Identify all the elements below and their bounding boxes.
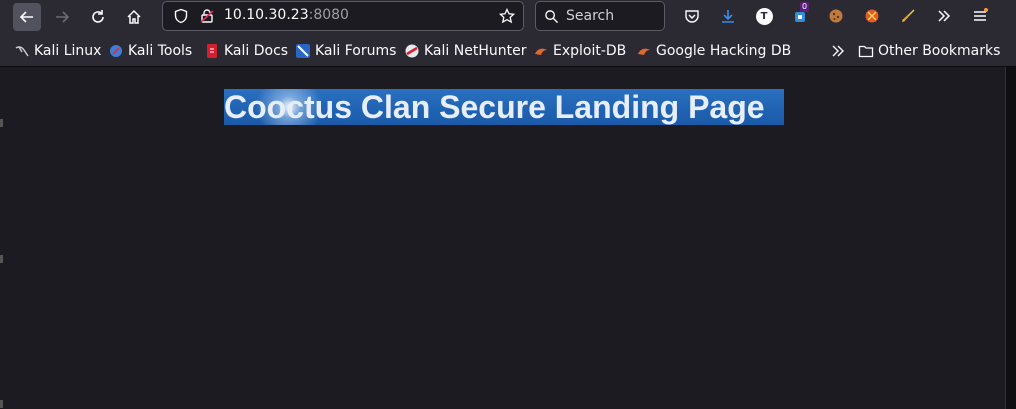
shield-icon[interactable] xyxy=(173,8,189,24)
url-bar[interactable]: 10.10.30.23:8080 xyxy=(162,1,524,31)
bookmark-label: Kali NetHunter xyxy=(424,43,527,59)
url-host: 10.10.30.23 xyxy=(224,7,309,23)
home-button[interactable] xyxy=(120,3,148,31)
reload-icon xyxy=(92,10,104,23)
overflow-button[interactable] xyxy=(934,6,954,26)
arrow-left-icon xyxy=(19,11,33,23)
bookmarks-overflow-button[interactable] xyxy=(830,42,850,60)
exploit-db-icon xyxy=(533,43,549,59)
extension-badge: 0 xyxy=(800,2,810,12)
home-icon xyxy=(127,9,141,24)
menu-button[interactable] xyxy=(970,6,990,26)
bookmark-kali-tools[interactable]: Kali Tools xyxy=(108,42,192,60)
bookmark-exploit-db[interactable]: Exploit-DB xyxy=(533,42,626,60)
forward-button[interactable] xyxy=(48,3,76,31)
cookie-icon xyxy=(829,9,843,23)
download-icon xyxy=(722,10,734,23)
bookmark-kali-docs[interactable]: Kali Docs xyxy=(204,42,288,60)
bookmark-kali-linux[interactable]: Kali Linux xyxy=(14,42,101,60)
avatar: T xyxy=(755,7,773,25)
url-text[interactable]: 10.10.30.23:8080 xyxy=(224,7,349,23)
other-bookmarks-folder[interactable]: Other Bookmarks xyxy=(858,42,1000,60)
bookmark-kali-forums[interactable]: Kali Forums xyxy=(295,42,396,60)
pocket-button[interactable] xyxy=(682,6,702,26)
account-button[interactable]: T xyxy=(754,6,774,26)
url-port: :8080 xyxy=(308,7,349,23)
back-button[interactable] xyxy=(13,3,41,31)
bookmark-label: Exploit-DB xyxy=(553,43,627,59)
vertical-scrollbar[interactable] xyxy=(1005,67,1016,409)
edge-marker xyxy=(0,400,3,408)
bookmark-label: Kali Tools xyxy=(128,43,193,59)
star-icon[interactable] xyxy=(499,8,515,24)
hamburger-menu-icon xyxy=(974,8,988,21)
double-chevron-right-icon xyxy=(938,10,951,22)
downloads-button[interactable] xyxy=(718,6,738,26)
kali-tools-icon xyxy=(108,43,124,59)
bookmark-kali-nethunter[interactable]: Kali NetHunter xyxy=(404,42,526,60)
edge-marker xyxy=(0,119,3,127)
kali-dragon-icon xyxy=(14,43,30,59)
edge-marker xyxy=(0,255,3,263)
cookie-extension-button[interactable] xyxy=(826,6,846,26)
arrow-right-icon xyxy=(56,11,70,23)
search-icon xyxy=(545,10,559,24)
bookmark-label: Kali Linux xyxy=(34,43,102,59)
search-placeholder: Search xyxy=(566,8,615,24)
broom-icon xyxy=(902,9,915,22)
bookmark-label: Kali Forums xyxy=(315,43,397,59)
page-title: Cooctus Clan Secure Landing Page xyxy=(224,89,765,125)
wappalyzer-extension-button[interactable] xyxy=(898,6,918,26)
hackbar-extension-button[interactable] xyxy=(862,6,882,26)
other-bookmarks-label: Other Bookmarks xyxy=(878,43,1001,59)
browser-toolbar: 10.10.30.23:8080 Search T 0 xyxy=(0,0,1016,34)
page-heading-banner: Cooctus Clan Secure Landing Page xyxy=(224,89,784,125)
hackbar-icon xyxy=(865,9,879,23)
bookmark-google-hacking-db[interactable]: Google Hacking DB xyxy=(636,42,791,60)
bookmark-label: Kali Docs xyxy=(224,43,289,59)
pocket-icon xyxy=(685,10,699,23)
search-box[interactable]: Search xyxy=(535,1,665,31)
kali-docs-icon xyxy=(204,43,220,59)
double-chevron-right-icon xyxy=(830,43,846,59)
kali-forums-icon xyxy=(295,43,311,59)
reload-button[interactable] xyxy=(84,3,112,31)
ghdb-icon xyxy=(636,43,652,59)
insecure-lock-icon[interactable] xyxy=(199,8,215,24)
bookmark-label: Google Hacking DB xyxy=(656,43,792,59)
folder-icon xyxy=(858,43,874,59)
nethunter-icon xyxy=(404,43,420,59)
